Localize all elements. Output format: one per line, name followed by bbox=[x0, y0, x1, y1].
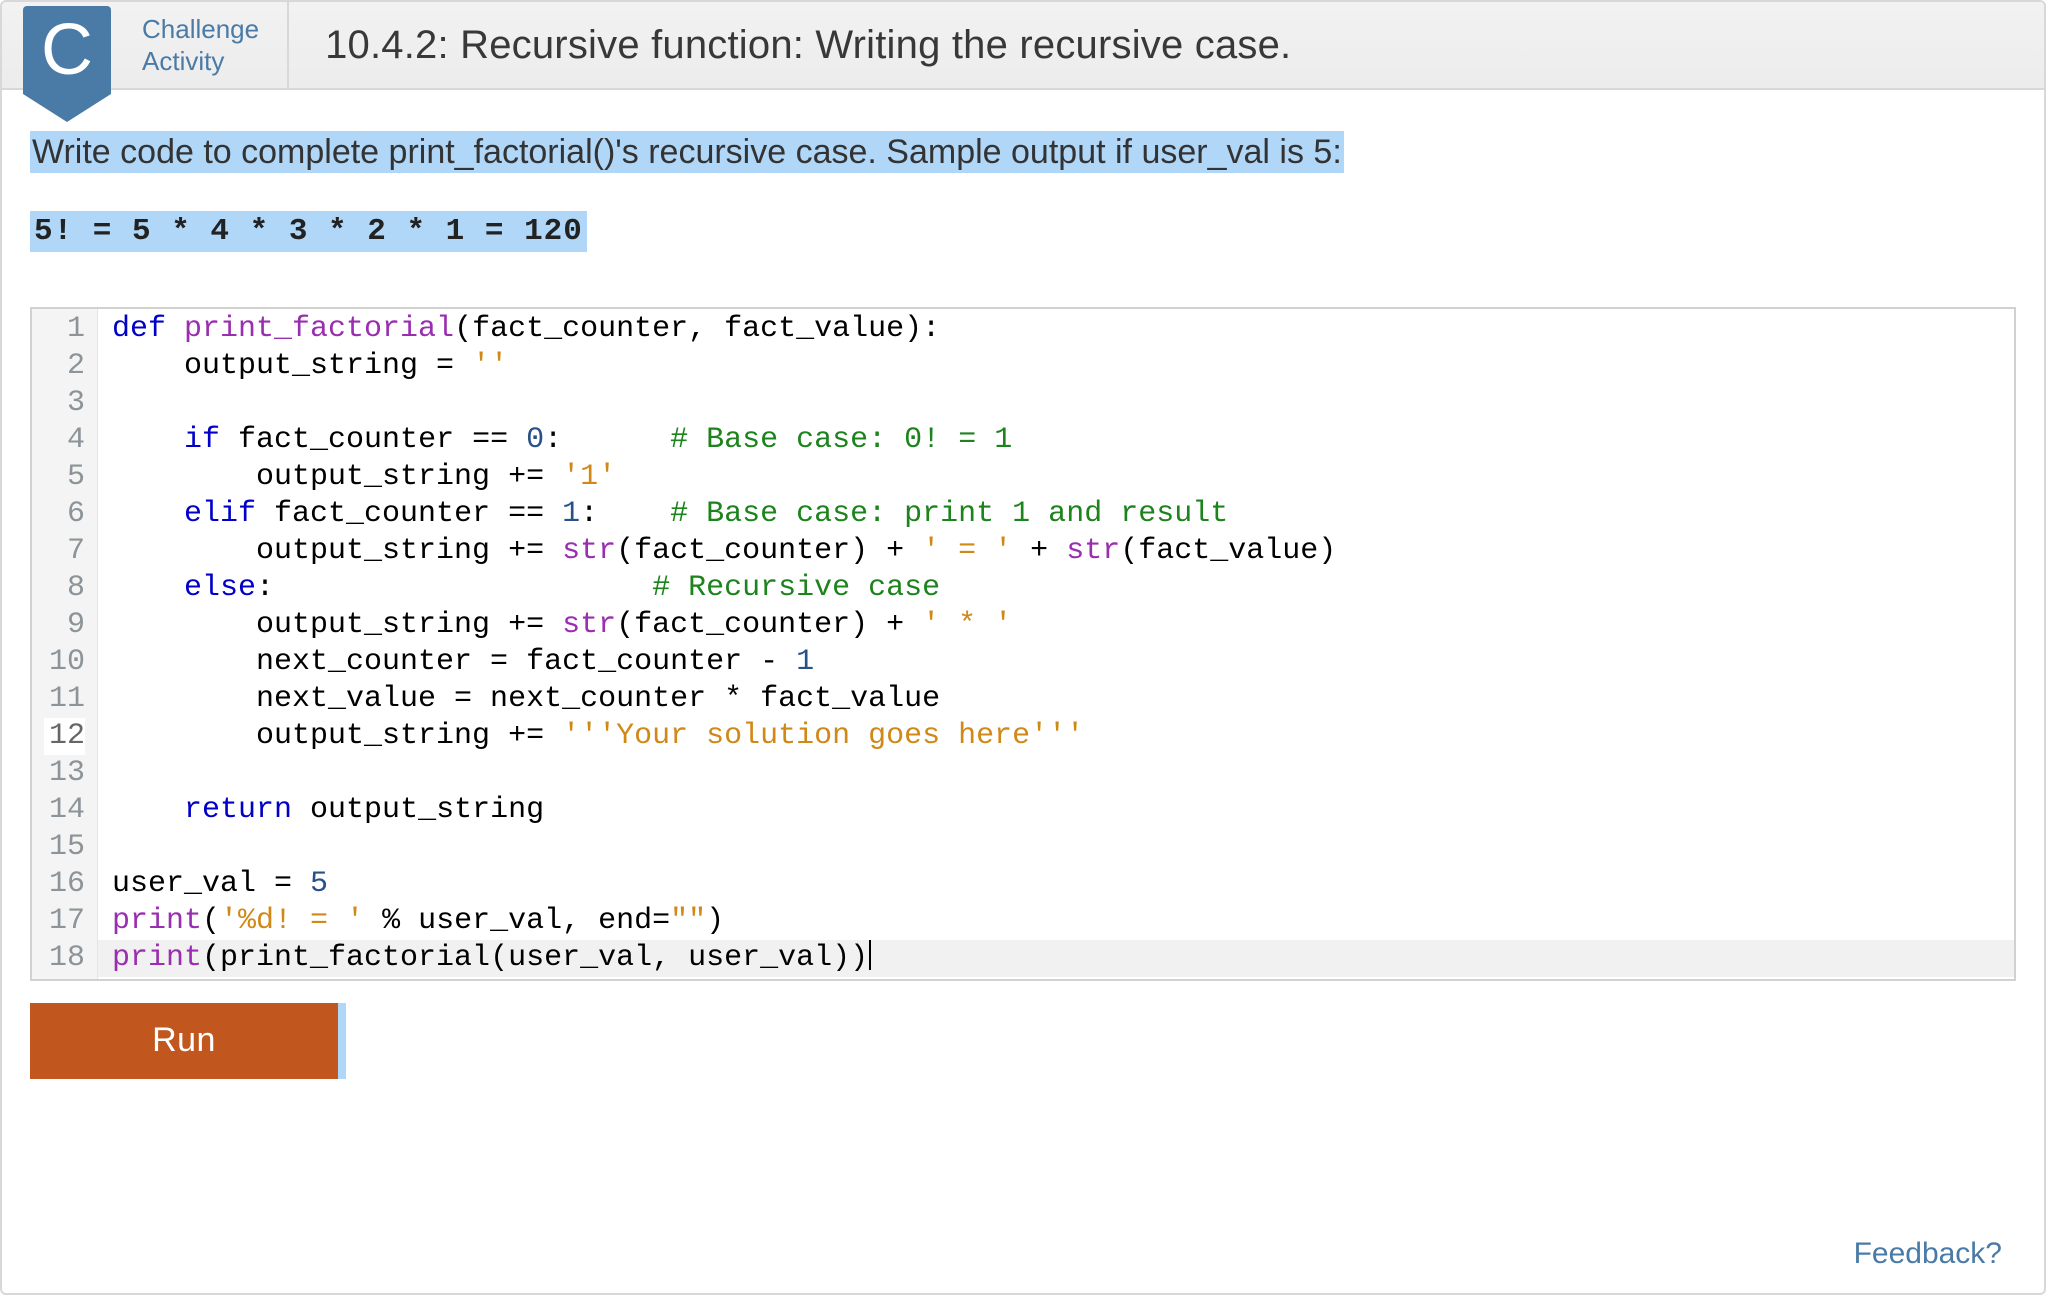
code-line[interactable] bbox=[112, 755, 2014, 792]
line-number: 4 bbox=[44, 422, 85, 459]
activity-title: 10.4.2: Recursive function: Writing the … bbox=[289, 2, 1291, 88]
line-number: 6 bbox=[44, 496, 85, 533]
challenge-badge: C bbox=[23, 6, 111, 116]
code-editor[interactable]: 123456789101112131415161718 def print_fa… bbox=[30, 307, 2016, 981]
sample-output-text: 5! = 5 * 4 * 3 * 2 * 1 = 120 bbox=[30, 211, 587, 252]
challenge-label-line2: Activity bbox=[142, 45, 259, 78]
code-line[interactable]: print('%d! = ' % user_val, end="") bbox=[112, 903, 2014, 940]
code-line[interactable]: output_string += '''Your solution goes h… bbox=[112, 718, 2014, 755]
run-button[interactable]: Run bbox=[30, 1003, 338, 1079]
prompt-row: Write code to complete print_factorial()… bbox=[30, 130, 2016, 176]
cursor-icon bbox=[869, 940, 871, 970]
feedback-link[interactable]: Feedback? bbox=[1854, 1237, 2002, 1271]
line-number: 5 bbox=[44, 459, 85, 496]
badge-letter: C bbox=[23, 6, 111, 94]
code-line[interactable] bbox=[112, 829, 2014, 866]
sample-output: 5! = 5 * 4 * 3 * 2 * 1 = 120 bbox=[30, 214, 2016, 249]
code-line[interactable]: output_string = '' bbox=[112, 348, 2014, 385]
line-number: 11 bbox=[44, 681, 85, 718]
line-number: 9 bbox=[44, 607, 85, 644]
line-number: 15 bbox=[44, 829, 85, 866]
code-line[interactable]: next_counter = fact_counter - 1 bbox=[112, 644, 2014, 681]
prompt-text: Write code to complete print_factorial()… bbox=[30, 131, 1344, 173]
badge-wrap: C bbox=[2, 2, 132, 88]
header-bar: C Challenge Activity 10.4.2: Recursive f… bbox=[2, 2, 2044, 90]
line-number: 12 bbox=[44, 718, 85, 755]
code-body[interactable]: def print_factorial(fact_counter, fact_v… bbox=[98, 309, 2014, 979]
run-row: Run bbox=[30, 1003, 2016, 1079]
code-line[interactable]: output_string += str(fact_counter) + ' =… bbox=[112, 533, 2014, 570]
code-line[interactable]: print(print_factorial(user_val, user_val… bbox=[98, 940, 2014, 977]
code-line[interactable] bbox=[112, 385, 2014, 422]
code-line[interactable]: next_value = next_counter * fact_value bbox=[112, 681, 2014, 718]
line-number: 3 bbox=[44, 385, 85, 422]
line-number: 13 bbox=[44, 755, 85, 792]
line-number: 1 bbox=[44, 311, 85, 348]
badge-tail-icon bbox=[23, 94, 111, 122]
run-button-divider bbox=[338, 1003, 346, 1079]
code-line[interactable]: else: # Recursive case bbox=[112, 570, 2014, 607]
code-line[interactable]: output_string += str(fact_counter) + ' *… bbox=[112, 607, 2014, 644]
line-number: 14 bbox=[44, 792, 85, 829]
line-number: 7 bbox=[44, 533, 85, 570]
line-number: 17 bbox=[44, 903, 85, 940]
code-line[interactable]: elif fact_counter == 1: # Base case: pri… bbox=[112, 496, 2014, 533]
line-number: 10 bbox=[44, 644, 85, 681]
line-number: 18 bbox=[44, 940, 85, 977]
code-line[interactable]: def print_factorial(fact_counter, fact_v… bbox=[112, 311, 2014, 348]
challenge-label: Challenge Activity bbox=[132, 2, 289, 88]
code-line[interactable]: if fact_counter == 0: # Base case: 0! = … bbox=[112, 422, 2014, 459]
code-line[interactable]: user_val = 5 bbox=[112, 866, 2014, 903]
challenge-label-line1: Challenge bbox=[142, 13, 259, 46]
line-number: 2 bbox=[44, 348, 85, 385]
line-gutter: 123456789101112131415161718 bbox=[32, 309, 98, 979]
code-line[interactable]: return output_string bbox=[112, 792, 2014, 829]
line-number: 8 bbox=[44, 570, 85, 607]
code-line[interactable]: output_string += '1' bbox=[112, 459, 2014, 496]
line-number: 16 bbox=[44, 866, 85, 903]
